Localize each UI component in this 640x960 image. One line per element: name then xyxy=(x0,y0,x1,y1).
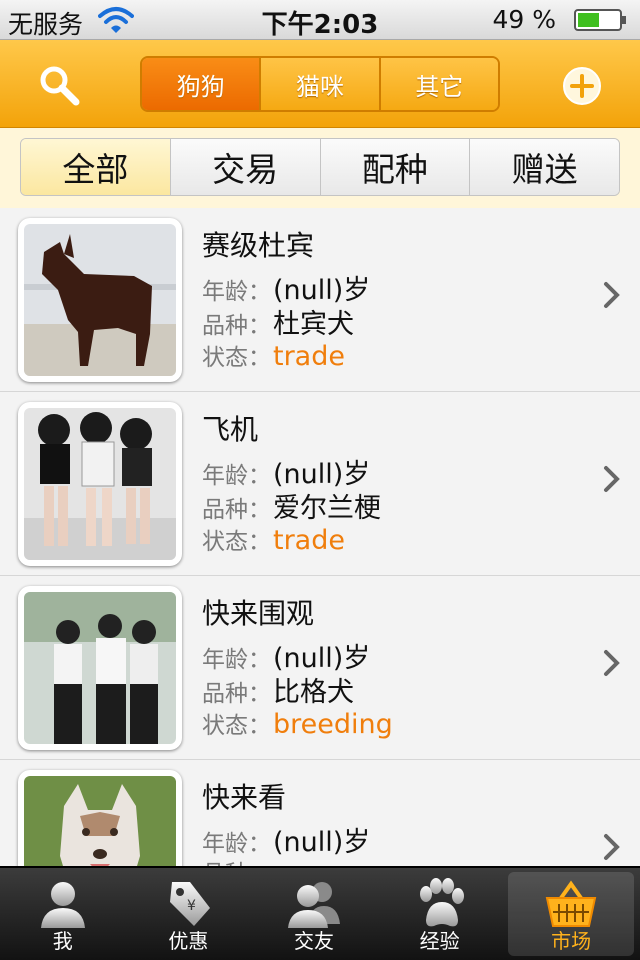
tab-label: 交友 xyxy=(293,929,334,953)
breed-value: 杜宾犬 xyxy=(273,309,354,340)
students-photo xyxy=(24,592,176,744)
tab-label: 优惠 xyxy=(168,929,209,953)
breed-label: 品种： xyxy=(202,313,271,339)
battery-icon xyxy=(574,9,626,31)
basket-icon xyxy=(545,880,597,927)
pet-list: 赛级杜宾 年龄：(null)岁 品种：杜宾犬 状态：trade 飞机 年龄：(n… xyxy=(0,208,640,866)
pet-thumbnail xyxy=(18,402,182,566)
segment-dogs[interactable]: 狗狗 xyxy=(142,58,260,110)
filter-gift[interactable]: 赠送 xyxy=(469,139,619,195)
tab-friends[interactable]: 交友 xyxy=(251,868,377,960)
chevron-right-icon xyxy=(604,834,620,860)
nav-bar: 狗狗 猫咪 其它 xyxy=(0,40,640,128)
tab-label: 经验 xyxy=(419,929,460,953)
age-value: (null)岁 xyxy=(273,827,371,858)
segment-cats[interactable]: 猫咪 xyxy=(259,58,379,110)
list-item[interactable]: 快来看 年龄：(null)岁 品种： xyxy=(0,760,640,866)
status-field: 状态：breeding xyxy=(202,706,393,740)
breed-field: 品种：杜宾犬 xyxy=(202,302,354,341)
chevron-right-icon xyxy=(604,466,620,492)
status-label: 状态： xyxy=(202,345,271,371)
tab-bar: 我 ¥ 优惠 交友 经验 市场 xyxy=(0,866,640,960)
pet-name: 赛级杜宾 xyxy=(202,229,315,262)
breed-label: 品种： xyxy=(202,497,271,523)
segment-other[interactable]: 其它 xyxy=(378,58,498,110)
breed-label: 品种： xyxy=(202,681,271,707)
price-tag-icon: ¥ xyxy=(170,882,211,926)
search-icon[interactable] xyxy=(36,62,82,108)
pet-thumbnail xyxy=(18,586,182,750)
filter-bar: 全部 交易 配种 赠送 xyxy=(0,128,640,208)
filter-all[interactable]: 全部 xyxy=(21,139,170,195)
status-value: trade xyxy=(273,525,345,556)
list-item[interactable]: 赛级杜宾 年龄：(null)岁 品种：杜宾犬 状态：trade xyxy=(0,208,640,392)
pet-thumbnail xyxy=(18,770,182,866)
tab-label: 市场 xyxy=(551,929,592,953)
status-field: 状态：trade xyxy=(202,338,345,372)
status-field: 状态：trade xyxy=(202,522,345,556)
paw-icon xyxy=(419,878,464,927)
add-circle-icon[interactable] xyxy=(562,66,602,106)
pet-name: 快来看 xyxy=(202,781,287,814)
pet-type-segmented-control: 狗狗 猫咪 其它 xyxy=(140,56,500,112)
battery-percent: 49 % xyxy=(492,5,556,34)
tab-deals[interactable]: ¥ 优惠 xyxy=(126,868,252,960)
status-label: 状态： xyxy=(202,529,271,555)
person-icon xyxy=(40,882,85,928)
pet-thumbnail xyxy=(18,218,182,382)
status-value: trade xyxy=(273,341,345,372)
dog-photo xyxy=(24,224,176,376)
pet-name: 飞机 xyxy=(202,413,259,446)
filter-breeding[interactable]: 配种 xyxy=(319,139,470,195)
list-item[interactable]: 快来围观 年龄：(null)岁 品种：比格犬 状态：breeding xyxy=(0,576,640,760)
tab-me[interactable]: 我 xyxy=(0,868,126,960)
category-segmented-control: 全部 交易 配种 赠送 xyxy=(20,138,620,196)
status-label: 状态： xyxy=(202,713,271,739)
tab-market[interactable]: 市场 xyxy=(508,872,634,956)
friends-icon xyxy=(287,882,340,928)
breed-field: 品种：爱尔兰梗 xyxy=(202,486,381,525)
pet-name: 快来围观 xyxy=(202,597,315,630)
svg-text:¥: ¥ xyxy=(187,898,196,914)
breed-field: 品种： xyxy=(202,854,273,866)
list-item[interactable]: 飞机 年龄：(null)岁 品种：爱尔兰梗 状态：trade xyxy=(0,392,640,576)
status-bar: 无服务 下午2:03 49 % xyxy=(0,0,640,40)
chevron-right-icon xyxy=(604,282,620,308)
chevron-right-icon xyxy=(604,650,620,676)
filter-trade[interactable]: 交易 xyxy=(169,139,320,195)
people-photo xyxy=(24,408,176,560)
breed-value: 比格犬 xyxy=(273,677,354,708)
tab-experience[interactable]: 经验 xyxy=(377,868,503,960)
breed-value: 爱尔兰梗 xyxy=(273,493,381,524)
husky-photo xyxy=(24,776,176,866)
breed-field: 品种：比格犬 xyxy=(202,670,354,709)
status-value: breeding xyxy=(273,709,393,740)
tab-label: 我 xyxy=(52,929,73,953)
